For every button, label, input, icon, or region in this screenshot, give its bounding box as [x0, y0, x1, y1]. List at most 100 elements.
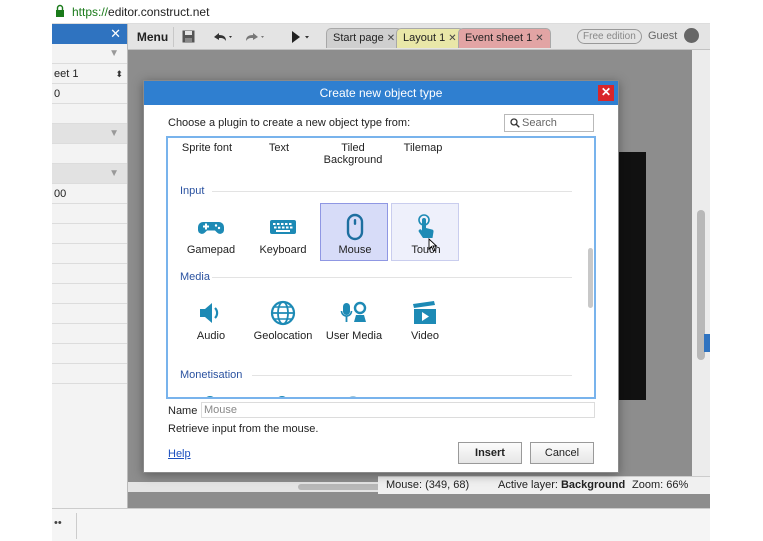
close-icon[interactable]: ✕ [110, 26, 121, 42]
property-row[interactable] [52, 244, 127, 264]
tab-start-page[interactable]: Start page ✕ [326, 28, 403, 48]
plugin-mouse[interactable]: Mouse [320, 203, 388, 261]
vertical-scrollbar[interactable] [692, 50, 710, 482]
plugin-text[interactable]: Text [239, 142, 319, 154]
gamepad-icon [198, 222, 224, 234]
property-value: eet 1 [54, 68, 79, 80]
plugin-user-media[interactable]: User Media [320, 290, 388, 348]
property-row[interactable]: 0 [52, 84, 127, 104]
object-name-field[interactable]: Mouse [201, 402, 595, 418]
property-row[interactable] [52, 324, 127, 344]
plugin-list-scrollbar[interactable] [588, 248, 593, 308]
category-input-label: Input [180, 185, 205, 197]
dialog-prompt: Choose a plugin to create a new object t… [168, 117, 411, 129]
save-icon[interactable] [182, 30, 195, 43]
tab-label: Event sheet 1 [465, 32, 533, 44]
plugin-label: Keyboard [259, 244, 307, 256]
close-icon[interactable]: ✕ [535, 33, 543, 44]
property-row[interactable] [52, 264, 127, 284]
property-row[interactable] [52, 224, 127, 244]
side-panel-marker [704, 334, 710, 352]
properties-panel: ✕ ▼ eet 1 ⬍ 0 ▼ ▼ 00 [52, 24, 128, 508]
plugin-gamepad[interactable]: Gamepad [177, 204, 245, 262]
plugin-keyboard[interactable]: Keyboard [249, 204, 317, 262]
property-value: 0 [54, 88, 61, 100]
category-divider [212, 191, 572, 192]
plugin-label: Audio [196, 330, 226, 342]
category-monetisation-label: Monetisation [180, 369, 243, 381]
guest-label[interactable]: Guest [648, 30, 677, 42]
mouse-position-readout: Mouse: (349, 68) [386, 479, 470, 491]
touch-icon [418, 214, 434, 238]
search-box[interactable] [504, 114, 594, 132]
tab-label: Layout 1 [403, 32, 446, 44]
search-input[interactable] [522, 116, 592, 130]
property-row[interactable] [52, 204, 127, 224]
screen: https://editor.construct.net ✕ ▼ eet 1 ⬍ … [0, 0, 763, 541]
plugin-geolocation[interactable]: Geolocation [249, 290, 317, 348]
user-avatar-icon[interactable] [684, 28, 699, 43]
url-scheme: https:// [72, 5, 109, 19]
plugin-icon-partial [204, 396, 216, 397]
tab-layout-1[interactable]: Layout 1 ✕ [396, 28, 464, 48]
active-layer-value: Background [560, 479, 626, 491]
tab-label: Start page [333, 32, 384, 44]
search-icon [510, 118, 520, 128]
close-icon[interactable]: ✕ [387, 33, 395, 44]
active-layer-readout: Active layer: Background [498, 477, 625, 494]
layout-preview-area[interactable] [618, 152, 646, 400]
property-row[interactable]: ▼ [52, 44, 127, 64]
create-object-dialog: Create new object type ✕ Choose a plugin… [143, 80, 619, 473]
free-edition-badge[interactable]: Free edition [577, 29, 642, 44]
property-section[interactable]: ▼ [52, 124, 127, 144]
chevron-down-icon[interactable]: ▼ [109, 164, 119, 184]
plugin-sprite-font[interactable]: Sprite font [168, 142, 247, 154]
spinner-icon[interactable]: ⬍ [115, 64, 123, 84]
property-row[interactable] [52, 344, 127, 364]
property-row[interactable] [52, 144, 127, 164]
divider [76, 513, 77, 539]
url-host: editor.construct.net [108, 5, 210, 19]
chevron-down-icon[interactable]: ▼ [109, 44, 119, 64]
plugin-touch[interactable]: Touch [391, 203, 459, 261]
plugin-video[interactable]: Video [391, 290, 459, 348]
keyboard-icon [270, 220, 296, 234]
name-label: Name [168, 405, 198, 417]
plugin-list[interactable]: Sprite font Text Tiled Background Tilema… [166, 136, 596, 399]
redo-icon[interactable] [244, 31, 266, 43]
help-link[interactable]: Help [168, 448, 191, 460]
plugin-label: User Media [325, 330, 383, 342]
mouse-icon [346, 213, 364, 241]
insert-button[interactable]: Insert [458, 442, 522, 464]
close-icon[interactable]: ✕ [598, 85, 614, 101]
chevron-down-icon[interactable]: ▼ [109, 124, 119, 144]
property-row[interactable] [52, 104, 127, 124]
property-section[interactable]: ▼ [52, 164, 127, 184]
properties-panel-header: ✕ [52, 24, 127, 44]
close-icon[interactable]: ✕ [448, 33, 456, 44]
plugin-tiled-background[interactable]: Tiled Background [313, 142, 393, 166]
mouse-cursor-icon [428, 238, 438, 252]
zoom-readout: Zoom: 66% [632, 479, 689, 491]
browser-url-bar[interactable]: https://editor.construct.net [52, 0, 710, 24]
cancel-button[interactable]: Cancel [530, 442, 594, 464]
plugin-label: Mouse [338, 244, 372, 256]
dialog-title: Create new object type [144, 81, 618, 105]
url-text[interactable]: https://editor.construct.net [72, 5, 209, 19]
property-row[interactable] [52, 304, 127, 324]
plugin-description: Retrieve input from the mouse. [168, 423, 319, 435]
property-value: 00 [54, 188, 67, 200]
property-row[interactable]: eet 1 ⬍ [52, 64, 127, 84]
property-row[interactable] [52, 364, 127, 384]
property-row[interactable]: 00 [52, 184, 127, 204]
undo-icon[interactable] [212, 31, 234, 43]
tab-event-sheet-1[interactable]: Event sheet 1 ✕ [458, 28, 551, 48]
play-icon[interactable] [290, 30, 312, 44]
plugin-audio[interactable]: Audio [177, 290, 245, 348]
more-icon[interactable]: •• [54, 517, 62, 529]
plugin-tilemap[interactable]: Tilemap [383, 142, 463, 154]
property-row[interactable] [52, 284, 127, 304]
menu-button[interactable]: Menu [132, 27, 174, 47]
plugin-label: Geolocation [253, 330, 313, 342]
plugin-icon-partial [276, 396, 288, 397]
